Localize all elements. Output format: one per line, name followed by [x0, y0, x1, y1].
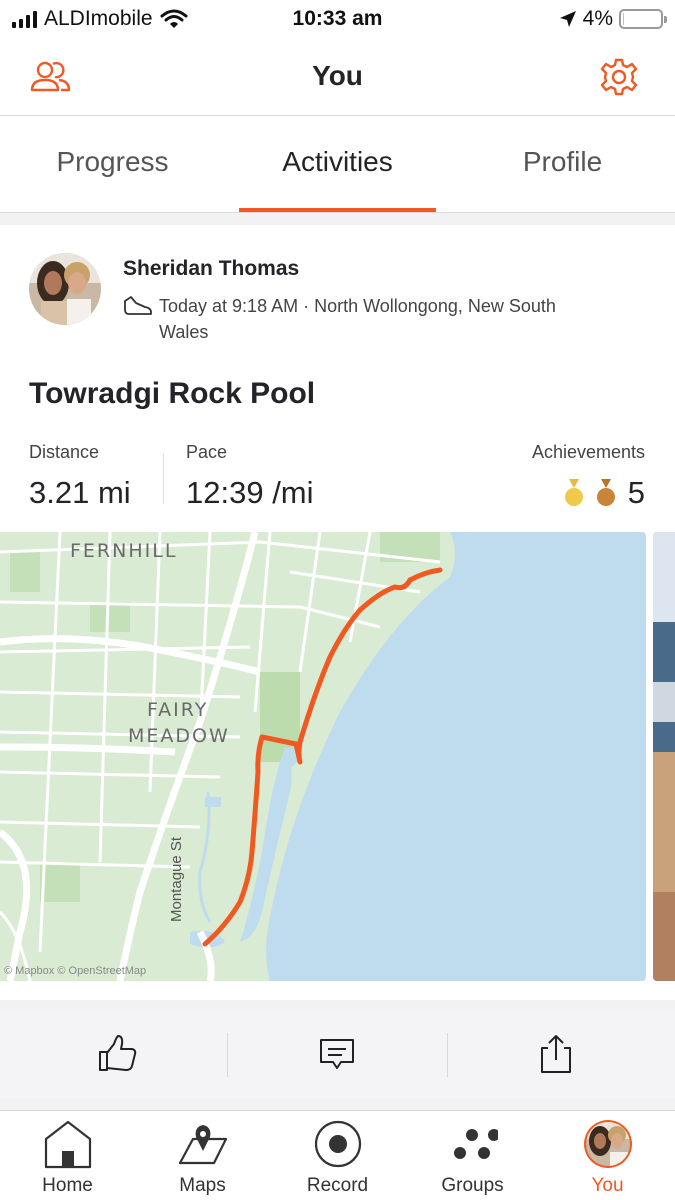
nav-record-label: Record — [306, 1175, 369, 1196]
tab-activities[interactable]: Activities — [225, 146, 450, 178]
nav-home[interactable]: Home — [0, 1111, 135, 1200]
page-title: You — [312, 60, 363, 91]
nav-groups[interactable]: Groups — [405, 1111, 540, 1200]
activity-title[interactable]: Towradgi Rock Pool — [29, 377, 315, 411]
map-label-street: Montague St — [168, 836, 185, 922]
tab-bar: Progress Activities Profile — [0, 116, 675, 213]
pace-label: Pace — [186, 442, 228, 462]
location-arrow-icon — [559, 11, 576, 27]
thumbs-up-icon[interactable] — [96, 1032, 140, 1076]
map-attribution[interactable]: © Mapbox © OpenStreetMap — [4, 965, 146, 977]
status-bar: ALDImobile 10:33 am 4% — [0, 0, 675, 38]
nav-home-label: Home — [42, 1175, 93, 1196]
gold-medal-icon — [564, 479, 583, 506]
map-label-fairy: FAIRY — [147, 699, 209, 721]
nav-you[interactable]: You — [540, 1111, 675, 1200]
activity-card[interactable]: Sheridan Thomas Today at 9:18 AM · North… — [0, 225, 675, 1000]
pace-value: 12:39 /mi — [186, 475, 314, 510]
gear-icon[interactable] — [598, 56, 640, 98]
avatar[interactable] — [29, 253, 101, 325]
nav-record[interactable]: Record — [270, 1111, 405, 1200]
status-right: 4% — [559, 7, 667, 31]
nav-groups-label: Groups — [441, 1175, 504, 1196]
distance-value: 3.21 mi — [29, 475, 131, 510]
nav-you-label: You — [591, 1175, 624, 1196]
nav-maps-label: Maps — [179, 1175, 226, 1196]
map-label-meadow: MEADOW — [128, 725, 230, 747]
nav-maps[interactable]: Maps — [135, 1111, 270, 1200]
activity-meta-text: Today at 9:18 AM · North Wollongong, New… — [159, 296, 556, 342]
battery-percent: 4% — [582, 7, 613, 30]
active-tab-indicator — [239, 208, 436, 212]
bottom-nav: Home Maps Record Groups You — [0, 1110, 675, 1200]
action-divider — [227, 1033, 228, 1077]
home-icon — [44, 1120, 92, 1169]
app-header: You — [0, 38, 675, 116]
map-label-fernhill: FERNHILL — [70, 540, 178, 562]
stat-divider — [163, 454, 164, 504]
route-map[interactable]: FERNHILL FAIRY MEADOW Montague St © Mapb… — [0, 532, 646, 981]
groups-icon — [454, 1129, 498, 1159]
bronze-medal-icon — [596, 479, 615, 506]
avatar — [584, 1120, 632, 1168]
action-bar — [0, 1011, 675, 1098]
battery-icon — [619, 9, 667, 29]
achievements-label: Achievements — [531, 442, 645, 462]
distance-label: Distance — [29, 442, 100, 462]
activity-meta: Today at 9:18 AM · North Wollongong, New… — [123, 293, 563, 345]
activity-photo[interactable] — [653, 532, 675, 981]
share-icon[interactable] — [534, 1032, 578, 1076]
comment-icon[interactable] — [315, 1032, 359, 1076]
athlete-name[interactable]: Sheridan Thomas — [123, 257, 299, 281]
achievements-count: 5 — [627, 475, 645, 510]
battery-level — [623, 13, 625, 25]
action-divider — [447, 1033, 448, 1077]
map-icon — [178, 1125, 228, 1165]
tab-progress[interactable]: Progress — [0, 146, 225, 178]
tab-profile[interactable]: Profile — [450, 146, 675, 178]
record-icon — [314, 1120, 362, 1168]
shoe-icon — [124, 296, 152, 315]
achievements[interactable]: 5 — [564, 475, 645, 511]
